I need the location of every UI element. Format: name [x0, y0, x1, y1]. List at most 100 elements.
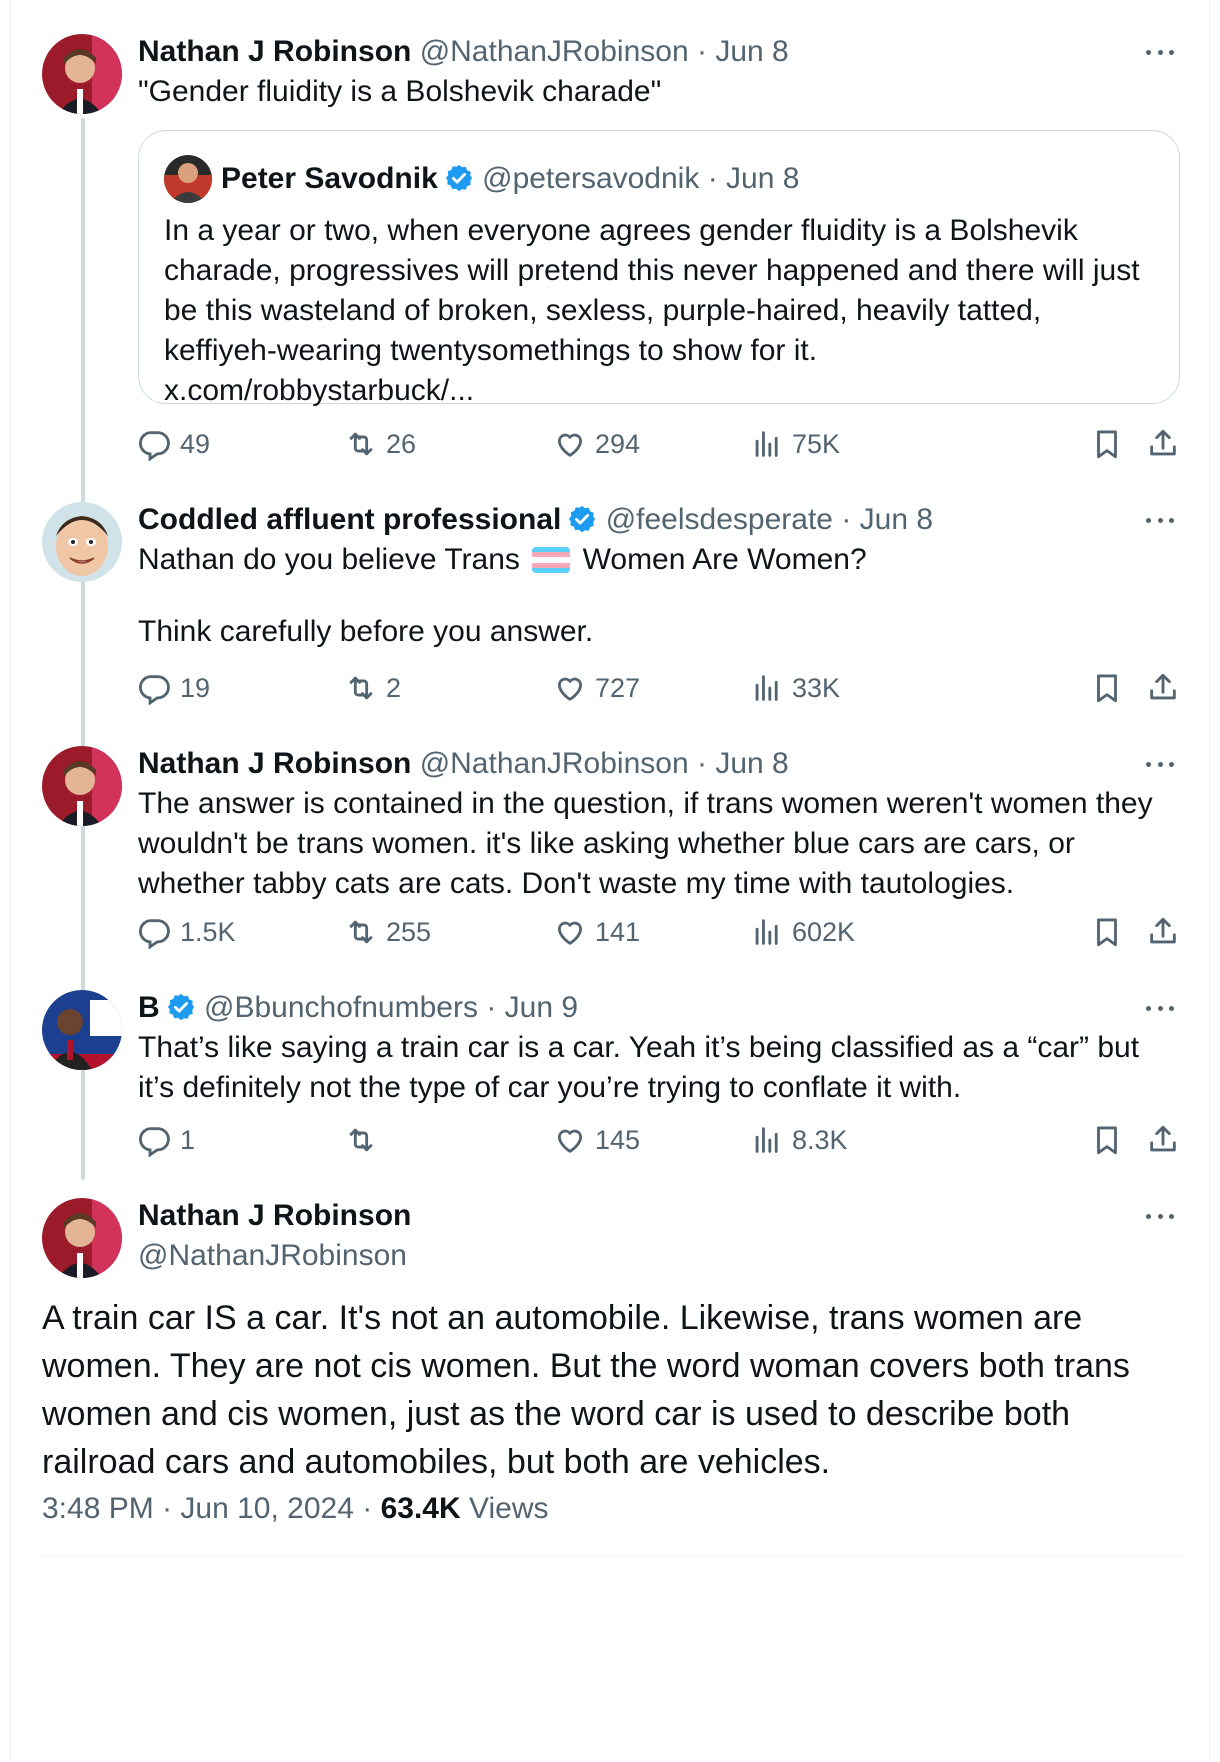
views-button[interactable]: 75K — [750, 424, 840, 464]
separator: · — [162, 1492, 173, 1525]
verified-badge-icon — [166, 992, 196, 1022]
reply-count: 1.5K — [180, 916, 236, 947]
separator: · — [707, 162, 718, 195]
views-icon — [755, 675, 778, 701]
avatar[interactable] — [42, 990, 122, 1070]
repost-button[interactable]: 255 — [344, 912, 431, 952]
bookmark-button[interactable] — [1090, 424, 1124, 464]
reply-button[interactable]: 1 — [138, 1120, 195, 1160]
tweet-2[interactable]: Coddled affluent professional @feelsdesp… — [138, 500, 1180, 652]
more-icon[interactable] — [1140, 988, 1180, 1028]
repost-button[interactable] — [344, 1120, 386, 1160]
author-handle[interactable]: @NathanJRobinson — [420, 747, 689, 780]
action-bar: 1.5K 255 141 602K — [138, 912, 1180, 952]
views-icon — [755, 919, 778, 945]
bookmark-button[interactable] — [1090, 912, 1124, 952]
bookmark-icon — [1097, 430, 1117, 459]
like-count: 145 — [595, 1124, 641, 1155]
main-author-name[interactable]: Nathan J Robinson — [138, 1199, 411, 1232]
quote-date: Jun 8 — [726, 162, 800, 195]
tweet-text-part: Think carefully before you answer. — [138, 615, 594, 648]
author-name: Nathan J Robinson — [138, 1196, 1180, 1236]
views-count: 75K — [792, 428, 841, 459]
repost-count: 255 — [386, 916, 432, 947]
tweet-time[interactable]: 3:48 PM — [42, 1492, 154, 1525]
share-icon — [1150, 1125, 1176, 1152]
reply-button[interactable]: 19 — [138, 668, 210, 708]
separator: · — [841, 503, 852, 536]
tweet-meta: 3:48 PM · Jun 10, 2024 · 63.4K Views — [42, 1492, 548, 1526]
avatar[interactable] — [42, 502, 122, 582]
views-button[interactable]: 8.3K — [750, 1120, 848, 1160]
views-count: 33K — [792, 672, 841, 703]
like-count: 141 — [595, 916, 641, 947]
more-icon[interactable] — [1140, 500, 1180, 540]
more-icon[interactable] — [1140, 744, 1180, 784]
reply-button[interactable]: 1.5K — [138, 912, 236, 952]
views-button[interactable]: 602K — [750, 912, 855, 952]
quote-link[interactable]: x.com/robbystarbuck/... — [164, 371, 1154, 411]
views-count: 602K — [792, 916, 856, 947]
author-name[interactable]: B — [138, 991, 160, 1024]
tweet-full-date[interactable]: Jun 10, 2024 — [180, 1492, 353, 1525]
share-button[interactable] — [1146, 668, 1180, 708]
like-button[interactable]: 727 — [553, 668, 640, 708]
tweet-text: "Gender fluidity is a Bolshevik charade" — [138, 75, 662, 108]
divider — [42, 1556, 1180, 1557]
avatar[interactable] — [42, 1198, 122, 1278]
like-button[interactable]: 145 — [553, 1120, 640, 1160]
tweet-4[interactable]: B @Bbunchofnumbers · Jun 9 That’s like s… — [138, 988, 1180, 1108]
action-bar: 1 145 8.3K — [138, 1120, 1180, 1160]
repost-count: 26 — [386, 428, 417, 459]
action-bar: 49 26 294 75K — [138, 424, 1180, 464]
author-handle[interactable]: @feelsdesperate — [606, 503, 833, 536]
like-count: 727 — [595, 672, 641, 703]
author-name[interactable]: Nathan J Robinson — [138, 35, 411, 68]
like-icon — [557, 1129, 583, 1153]
bookmark-button[interactable] — [1090, 1120, 1124, 1160]
quote-author-handle: @petersavodnik — [482, 162, 700, 195]
reply-count: 1 — [180, 1124, 196, 1155]
tweet-date[interactable]: Jun 8 — [715, 35, 788, 68]
views-button[interactable]: 33K — [750, 668, 840, 708]
share-button[interactable] — [1146, 1120, 1180, 1160]
views-count: 63.4K — [380, 1492, 461, 1525]
bookmark-button[interactable] — [1090, 668, 1124, 708]
more-icon[interactable] — [1140, 1196, 1180, 1236]
author-handle[interactable]: @NathanJRobinson — [420, 35, 689, 68]
avatar[interactable] — [42, 746, 122, 826]
tweet-1[interactable]: Nathan J Robinson @NathanJRobinson · Jun… — [138, 32, 1180, 112]
tweet-header: B @Bbunchofnumbers · Jun 9 — [138, 988, 1180, 1028]
repost-button[interactable]: 26 — [344, 424, 416, 464]
author-name[interactable]: Coddled affluent professional — [138, 503, 561, 536]
quoted-tweet[interactable]: Peter Savodnik @petersavodnik · Jun 8 In… — [138, 130, 1180, 407]
tweet-date[interactable]: Jun 9 — [505, 991, 578, 1024]
author-handle[interactable]: @Bbunchofnumbers — [204, 991, 478, 1024]
more-icon[interactable] — [1140, 32, 1180, 72]
views-count: 8.3K — [792, 1124, 848, 1155]
main-author-handle[interactable]: @NathanJRobinson — [138, 1236, 1180, 1276]
like-button[interactable]: 141 — [553, 912, 640, 952]
avatar[interactable] — [42, 34, 122, 114]
tweet-text: The answer is contained in the question,… — [138, 787, 1153, 900]
repost-icon — [349, 676, 373, 700]
share-button[interactable] — [1146, 424, 1180, 464]
reply-button[interactable]: 49 — [138, 424, 210, 464]
quote-author-name: Peter Savodnik — [221, 162, 438, 195]
tweet-header: Coddled affluent professional @feelsdesp… — [138, 500, 1180, 540]
share-button[interactable] — [1146, 912, 1180, 952]
tweet-header: Nathan J Robinson @NathanJRobinson · Jun… — [138, 32, 1180, 72]
separator: · — [696, 747, 707, 780]
repost-button[interactable]: 2 — [344, 668, 401, 708]
tweet-text: Nathan do you believe Trans Women Are Wo… — [138, 540, 1180, 652]
quote-body: In a year or two, when everyone agrees g… — [164, 214, 1140, 367]
tweet-header: Nathan J Robinson @NathanJRobinson · Jun… — [138, 744, 1180, 784]
author-name[interactable]: Nathan J Robinson — [138, 747, 411, 780]
tweet-3[interactable]: Nathan J Robinson @NathanJRobinson · Jun… — [138, 744, 1180, 904]
tweet-date[interactable]: Jun 8 — [715, 747, 788, 780]
share-icon — [1150, 917, 1176, 944]
transgender-flag-icon — [532, 547, 571, 573]
tweet-date[interactable]: Jun 8 — [860, 503, 933, 536]
repost-icon — [349, 432, 373, 456]
like-button[interactable]: 294 — [553, 424, 640, 464]
